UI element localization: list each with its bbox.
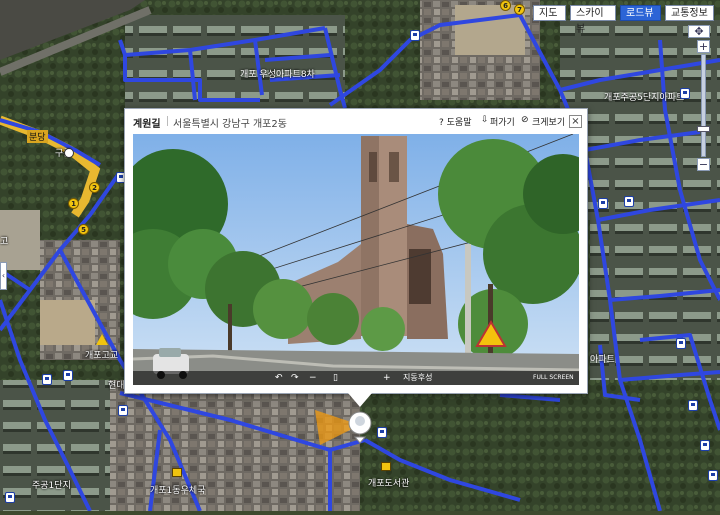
route-marker-5[interactable]: 5 bbox=[78, 224, 89, 235]
roadview-panel: 계원길 서울특별시 강남구 개포2동 ? 도움말 ⇩ 퍼가기 ⊘ 크게보기 × bbox=[124, 108, 588, 394]
map-label-apt8: 개포 우성아파트8차 bbox=[240, 70, 315, 80]
zoom-slider-track[interactable] bbox=[701, 54, 706, 157]
rotate-right-icon[interactable]: ↷ bbox=[291, 372, 299, 384]
zoom-in-view-icon[interactable]: + bbox=[383, 372, 391, 384]
route-marker-7[interactable]: 7 bbox=[514, 4, 525, 15]
roadview-address: 서울특별시 강남구 개포2동 bbox=[173, 119, 287, 130]
help-button[interactable]: ? 도움말 bbox=[439, 115, 471, 128]
bus-stop-icon[interactable] bbox=[410, 30, 420, 41]
map-label-school-fragment: 고 bbox=[0, 237, 9, 247]
bus-stop-icon[interactable] bbox=[676, 338, 686, 349]
bus-stop-icon[interactable] bbox=[598, 198, 608, 209]
route-marker-2[interactable]: 2 bbox=[89, 182, 100, 193]
map-label-post-office: 개포1동우체국 bbox=[150, 486, 206, 496]
bus-stop-icon[interactable] bbox=[63, 370, 73, 381]
map-type-traffic-button[interactable]: 교통정보 bbox=[665, 5, 714, 21]
map-label-gaepo-highschool: 개포고교 bbox=[85, 351, 119, 361]
map-label-jugong5: 개포주공5단지아파트 bbox=[604, 93, 685, 103]
viewer-control-bar: ↶ ↷ − ▯ + 지동후성 FULL SCREEN bbox=[133, 371, 579, 385]
map-label-hyundai: 현대 bbox=[108, 381, 125, 391]
info-icon[interactable] bbox=[64, 148, 74, 158]
pan-arrows-icon[interactable]: ✥ bbox=[688, 25, 710, 38]
map-label-station-line: 분당 bbox=[27, 130, 48, 143]
street-scene bbox=[133, 134, 579, 385]
zoom-out-button[interactable]: − bbox=[697, 158, 710, 171]
pan-left-icon[interactable]: ‹ bbox=[0, 262, 7, 290]
zoom-slider-handle[interactable] bbox=[697, 126, 710, 132]
compass-label[interactable]: 지동후성 bbox=[403, 372, 432, 384]
bus-stop-icon[interactable] bbox=[624, 196, 634, 207]
header-divider bbox=[167, 116, 168, 126]
bus-stop-icon[interactable] bbox=[5, 492, 15, 503]
bus-stop-icon[interactable] bbox=[700, 440, 710, 451]
map-type-sky-button[interactable]: 스카이뷰 bbox=[570, 5, 616, 35]
map-type-map-button[interactable]: 지도 bbox=[533, 5, 566, 21]
share-button[interactable]: 퍼가기 bbox=[490, 115, 515, 128]
zoom-level-icon[interactable]: ▯ bbox=[333, 372, 338, 384]
roadview-photo[interactable] bbox=[133, 134, 579, 385]
bus-stop-icon[interactable] bbox=[688, 400, 698, 411]
post-office-icon[interactable] bbox=[172, 468, 182, 477]
fullscreen-button[interactable]: FULL SCREEN bbox=[533, 374, 574, 381]
location-pin-icon bbox=[348, 393, 372, 444]
route-marker-1[interactable]: 1 bbox=[68, 198, 79, 209]
route-marker-6[interactable]: 6 bbox=[500, 0, 511, 11]
rotate-left-icon[interactable]: ↶ bbox=[275, 372, 283, 384]
zoom-in-button[interactable]: + bbox=[697, 40, 710, 53]
school-icon[interactable] bbox=[96, 334, 108, 345]
bus-stop-icon[interactable] bbox=[118, 405, 128, 416]
roadview-header: 계원길 서울특별시 강남구 개포2동 ? 도움말 ⇩ 퍼가기 ⊘ 크게보기 × bbox=[125, 109, 587, 133]
map-label-library: 개포도서관 bbox=[368, 479, 410, 489]
zoom-out-view-icon[interactable]: − bbox=[309, 372, 317, 384]
roadview-title: 계원길 bbox=[133, 119, 161, 130]
bus-stop-icon[interactable] bbox=[680, 88, 690, 99]
map-type-roadview-button[interactable]: 로드뷰 bbox=[620, 5, 661, 21]
map-label-apartment: 아파트 bbox=[590, 355, 615, 365]
bus-stop-icon[interactable] bbox=[42, 374, 52, 385]
roadview-position-marker[interactable] bbox=[348, 393, 372, 449]
link-icon[interactable]: ⊘ bbox=[521, 115, 529, 125]
enlarge-button[interactable]: 크게보기 bbox=[532, 115, 565, 128]
map-label-jugong1: 주공1단지 bbox=[32, 481, 71, 491]
bus-stop-icon[interactable] bbox=[708, 470, 718, 481]
share-icon[interactable]: ⇩ bbox=[481, 115, 489, 125]
close-button[interactable]: × bbox=[569, 115, 582, 128]
bus-stop-icon[interactable] bbox=[377, 427, 387, 438]
library-icon[interactable] bbox=[381, 462, 391, 471]
